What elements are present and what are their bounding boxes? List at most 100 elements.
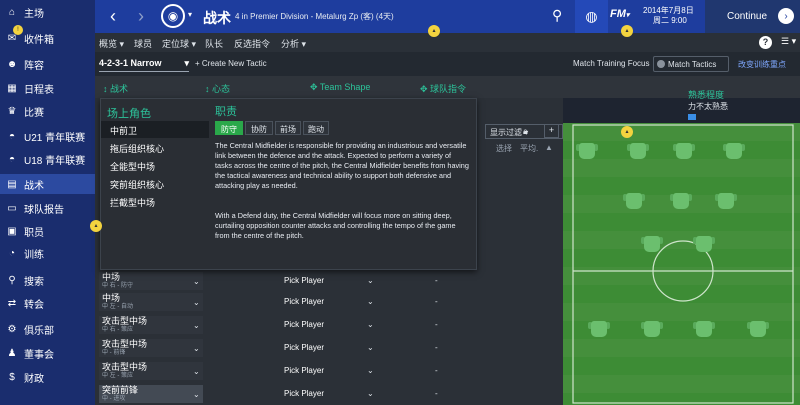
search-icon[interactable]: ⚲ bbox=[552, 7, 562, 24]
position-cell[interactable]: 突前前锋中 - 进攻 bbox=[99, 385, 203, 403]
sidebar-item-competitions[interactable]: ♛ 比赛 bbox=[0, 101, 95, 121]
sidebar-item-calendar[interactable]: ▦ 日程表 bbox=[0, 78, 95, 98]
duty-tab-defend[interactable]: 防守 bbox=[215, 121, 243, 135]
role-option[interactable]: 拦截型中场 bbox=[101, 193, 209, 210]
lock-icon[interactable]: 🔒︎ bbox=[523, 126, 528, 137]
fm-menu-icon[interactable]: FM▾ bbox=[610, 8, 629, 20]
table-row[interactable]: 中场中 右 - 防守 ⌄ Pick Player ⌄ - bbox=[99, 272, 561, 290]
chevron-down-icon[interactable]: ⌄ bbox=[193, 298, 200, 307]
hint-marker[interactable]: ▴ bbox=[621, 25, 633, 37]
chevron-down-icon[interactable]: ⌄ bbox=[193, 277, 200, 286]
table-row[interactable]: 攻击型中场中 - 前锋 ⌄ Pick Player ⌄ - bbox=[99, 339, 561, 357]
sidebar-item-transfers[interactable]: ⇄ 转会 bbox=[0, 293, 95, 313]
player-marker[interactable] bbox=[641, 321, 663, 337]
column-average[interactable]: 平均. bbox=[520, 143, 538, 154]
sort-arrow-icon[interactable]: ▲ bbox=[545, 143, 553, 152]
chevron-down-icon[interactable]: ⌄ bbox=[193, 344, 200, 353]
position-cell[interactable]: 攻击型中场中 左 - 策应 bbox=[99, 362, 203, 380]
chevron-down-icon[interactable]: ⌄ bbox=[193, 390, 200, 399]
tactics-pitch[interactable] bbox=[563, 123, 800, 405]
sidebar-item-home[interactable]: ⌂ 主场 bbox=[0, 2, 95, 22]
table-row[interactable]: 中场中 左 - 自动 ⌄ Pick Player ⌄ - bbox=[99, 293, 561, 311]
menu-analysis[interactable]: 分析 ▾ bbox=[281, 37, 306, 50]
help-icon[interactable]: ? bbox=[759, 36, 772, 49]
sidebar-item-staff[interactable]: ▣ 职员 bbox=[0, 221, 95, 241]
player-marker[interactable] bbox=[747, 321, 769, 337]
match-tactics-toggle[interactable]: Match Tactics bbox=[653, 56, 729, 72]
table-row[interactable]: 攻击型中场中 左 - 策应 ⌄ Pick Player ⌄ - bbox=[99, 362, 561, 380]
role-option[interactable]: 全能型中场 bbox=[101, 157, 209, 174]
more-options-icon[interactable]: ☰ ▾ bbox=[781, 36, 796, 47]
pick-player-select[interactable]: Pick Player bbox=[232, 341, 376, 355]
menu-players[interactable]: 球员 bbox=[134, 37, 152, 50]
sidebar-item-report[interactable]: ▭ 球队报告 bbox=[0, 198, 95, 218]
chevron-down-icon[interactable]: ⌄ bbox=[367, 389, 374, 398]
formation-select[interactable]: 4-2-3-1 Narrow ▾ bbox=[99, 58, 189, 72]
create-tactic-button[interactable]: + Create New Tactic bbox=[195, 59, 267, 68]
pick-player-select[interactable]: Pick Player bbox=[232, 274, 376, 288]
chevron-down-icon[interactable]: ⌄ bbox=[193, 321, 200, 330]
panel-mentality-label[interactable]: ↕ 心态 bbox=[205, 82, 230, 95]
club-crest-icon[interactable]: ◉ bbox=[161, 4, 185, 28]
chevron-down-icon[interactable]: ⌄ bbox=[367, 366, 374, 375]
role-option[interactable]: 突前组织核心 bbox=[101, 175, 209, 192]
pick-player-select[interactable]: Pick Player bbox=[232, 318, 376, 332]
pick-player-select[interactable]: Pick Player bbox=[232, 387, 376, 401]
sidebar-item-squad[interactable]: ☻ 阵容 bbox=[0, 54, 95, 74]
position-cell[interactable]: 中场中 左 - 自动 bbox=[99, 293, 203, 311]
forward-button[interactable]: › bbox=[129, 4, 153, 28]
sidebar-item-club[interactable]: ⚙ 俱乐部 bbox=[0, 319, 95, 339]
table-row[interactable]: 突前前锋中 - 进攻 ⌄ Pick Player ⌄ - bbox=[99, 385, 561, 403]
panel-tactics-label[interactable]: ↕ 战术 bbox=[103, 82, 128, 95]
menu-overview[interactable]: 概览 ▾ bbox=[99, 37, 124, 50]
sidebar-item-scouting[interactable]: ⚲ 搜索 bbox=[0, 270, 95, 290]
role-option[interactable]: 拖后组织核心 bbox=[101, 139, 209, 156]
role-option[interactable]: 中前卫 bbox=[101, 121, 209, 138]
pick-player-select[interactable]: Pick Player bbox=[232, 295, 376, 309]
menu-set-pieces[interactable]: 定位球 ▾ bbox=[162, 37, 196, 50]
hint-marker[interactable]: ▴ bbox=[428, 25, 440, 37]
duty-tab-support[interactable]: 协防 bbox=[245, 121, 273, 135]
hint-marker[interactable]: ▴ bbox=[621, 126, 633, 138]
duty-tab-attack[interactable]: 前场 bbox=[275, 121, 301, 135]
add-icon[interactable]: + bbox=[544, 124, 559, 138]
sidebar-item-training[interactable]: ◔ 训练 bbox=[0, 243, 95, 263]
player-marker[interactable] bbox=[576, 143, 598, 159]
player-marker[interactable] bbox=[693, 236, 715, 252]
hint-marker[interactable]: ▴ bbox=[90, 220, 102, 232]
player-marker[interactable] bbox=[588, 321, 610, 337]
sidebar-item-u21[interactable]: ◓ U21 青年联赛 bbox=[0, 126, 95, 146]
player-marker[interactable] bbox=[715, 193, 737, 209]
menu-opposition-instructions[interactable]: 反选指令 bbox=[234, 37, 270, 50]
panel-team-shape-label[interactable]: ✥ Team Shape bbox=[310, 82, 370, 93]
player-marker[interactable] bbox=[670, 193, 692, 209]
sidebar-item-board[interactable]: ♟ 董事会 bbox=[0, 343, 95, 363]
sidebar-item-u18[interactable]: ◓ U18 青年联赛 bbox=[0, 149, 95, 169]
globe-icon[interactable]: ◍ bbox=[575, 0, 608, 33]
table-row[interactable]: 攻击型中场中 右 - 策应 ⌄ Pick Player ⌄ - bbox=[99, 316, 561, 334]
chevron-down-icon[interactable]: ⌄ bbox=[367, 343, 374, 352]
position-cell[interactable]: 攻击型中场中 右 - 策应 bbox=[99, 316, 203, 334]
duty-tab-roam[interactable]: 跑动 bbox=[303, 121, 329, 135]
player-marker[interactable] bbox=[693, 321, 715, 337]
position-cell[interactable]: 中场中 右 - 防守 bbox=[99, 272, 203, 290]
game-date[interactable]: 2014年7月8日 周二 9:00 bbox=[643, 6, 694, 26]
player-marker[interactable] bbox=[627, 143, 649, 159]
sidebar-item-tactics[interactable]: ▤ 战术 bbox=[0, 174, 95, 194]
chevron-down-icon[interactable]: ⌄ bbox=[193, 367, 200, 376]
position-cell[interactable]: 攻击型中场中 - 前锋 bbox=[99, 339, 203, 357]
player-marker[interactable] bbox=[623, 193, 645, 209]
sidebar-item-finance[interactable]: $ 财政 bbox=[0, 367, 95, 387]
back-button[interactable]: ‹ bbox=[101, 4, 125, 28]
player-marker[interactable] bbox=[723, 143, 745, 159]
chevron-down-icon[interactable]: ▾ bbox=[188, 10, 192, 19]
chevron-down-icon[interactable]: ⌄ bbox=[367, 320, 374, 329]
pick-player-select[interactable]: Pick Player bbox=[232, 364, 376, 378]
panel-team-instructions-label[interactable]: ✥ 球队指令 bbox=[420, 82, 466, 95]
player-marker[interactable] bbox=[673, 143, 695, 159]
menu-captains[interactable]: 队长 bbox=[205, 37, 223, 50]
player-marker[interactable] bbox=[641, 236, 663, 252]
change-training-focus-link[interactable]: 改变训练重点 bbox=[738, 59, 786, 70]
chevron-down-icon[interactable]: ⌄ bbox=[367, 297, 374, 306]
column-select[interactable]: 选择 bbox=[496, 143, 512, 154]
